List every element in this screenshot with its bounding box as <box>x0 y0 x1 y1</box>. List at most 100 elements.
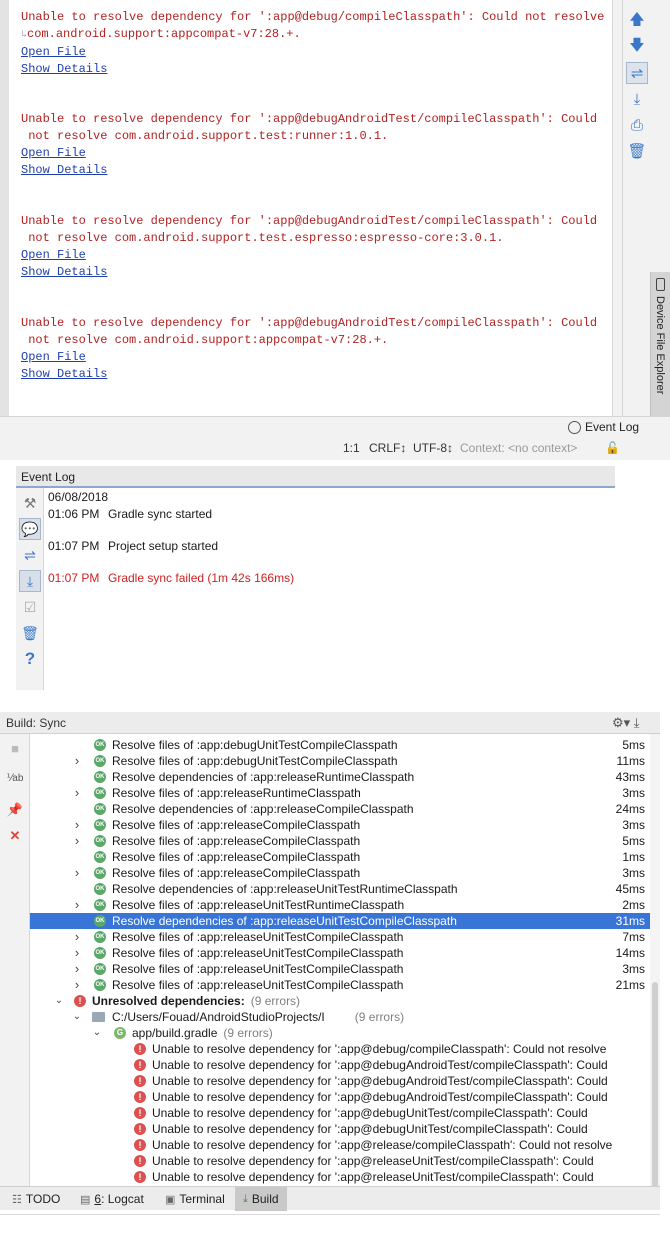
tree-row[interactable]: › OK Resolve files of :app:releaseCompileC… <box>30 865 650 881</box>
expand-arrow-icon[interactable]: › <box>72 977 82 993</box>
open-file-link[interactable]: Open File <box>21 247 601 264</box>
expand-arrow-icon[interactable]: › <box>72 897 82 913</box>
settings-wrench-icon[interactable]: ⚒ <box>19 492 41 514</box>
expand-arrow-icon[interactable]: › <box>72 833 82 849</box>
error-row[interactable]: ! Unable to resolve dependency for ':app@… <box>30 1057 650 1073</box>
tree-row[interactable]: OK Resolve files of :app:releaseCompileCl… <box>30 849 650 865</box>
tree-row[interactable]: OK Resolve dependencies of :app:releaseUn… <box>30 913 650 929</box>
tree-row[interactable]: OK Resolve files of :app:debugUnitTestCom… <box>30 737 650 753</box>
arrow-up-icon[interactable]: 🡅 <box>626 10 648 32</box>
tree-row-label: Resolve files of :app:releaseCompileClas… <box>112 850 361 864</box>
file-encoding[interactable]: UTF-8↕ <box>413 441 453 454</box>
open-file-link[interactable]: Open File <box>21 44 601 61</box>
project-path-node[interactable]: ⌄ C:/Users/Fouad/AndroidStudioProjects/I(… <box>30 1009 650 1025</box>
gradle-file-node[interactable]: ⌄ Gapp/build.gradle (9 errors) <box>30 1025 650 1041</box>
success-icon: OK <box>94 851 106 863</box>
unresolved-label: Unresolved dependencies: (9 errors) <box>92 994 301 1008</box>
open-file-link[interactable]: Open File <box>21 145 601 162</box>
tree-row[interactable]: › OK Resolve files of :app:releaseUnitTest… <box>30 961 650 977</box>
show-details-link[interactable]: Show Details <box>21 162 601 179</box>
trash-icon[interactable]: 🗑 <box>626 140 648 162</box>
mark-read-icon[interactable]: ☑ <box>19 596 41 618</box>
device-file-explorer-tab[interactable]: Device File Explorer <box>650 272 670 416</box>
collapse-arrow-icon[interactable]: ⌄ <box>72 1009 82 1025</box>
pin-icon[interactable]: 📌 <box>5 800 25 820</box>
caret-position[interactable]: 1:1 <box>343 441 360 454</box>
error-icon: ! <box>134 1107 146 1119</box>
build-scrollbar[interactable] <box>650 734 660 1196</box>
stop-icon[interactable]: ■ <box>5 738 25 758</box>
terminal-icon: ▣ <box>165 1193 176 1206</box>
print-icon[interactable]: ⎙ <box>626 114 648 136</box>
lock-icon[interactable]: 🔓 <box>605 441 620 454</box>
error-row[interactable]: ! Unable to resolve dependency for ':app@… <box>30 1153 650 1169</box>
tab-todo[interactable]: ☷ TODO <box>4 1187 68 1211</box>
error-row[interactable]: ! Unable to resolve dependency for ':app@… <box>30 1121 650 1137</box>
error-row[interactable]: ! Unable to resolve dependency for ':app@… <box>30 1089 650 1105</box>
expand-arrow-icon[interactable]: › <box>72 785 82 801</box>
context-indicator: Context: <no context> <box>460 441 578 454</box>
duration-label: 7ms <box>622 930 645 944</box>
tab-logcat[interactable]: ▤ 6: Logcat <box>72 1187 152 1211</box>
expand-arrow-icon[interactable]: › <box>72 945 82 961</box>
tree-row[interactable]: OK Resolve dependencies of :app:releaseUn… <box>30 881 650 897</box>
tree-row[interactable]: OK Resolve dependencies of :app:releaseCo… <box>30 801 650 817</box>
trash-icon[interactable]: 🗑 <box>19 622 41 644</box>
expand-arrow-icon[interactable]: › <box>72 753 82 769</box>
error-row[interactable]: ! Unable to resolve dependency for ':app@… <box>30 1169 650 1185</box>
tree-row[interactable]: › OK Resolve files of :app:releaseUnitTest… <box>30 929 650 945</box>
tree-row[interactable]: › OK Resolve files of :app:releaseUnitTest… <box>30 977 650 993</box>
scrollbar-thumb[interactable] <box>652 982 658 1192</box>
expand-arrow-icon[interactable]: › <box>72 865 82 881</box>
open-file-link[interactable]: Open File <box>21 349 601 366</box>
line-separator[interactable]: CRLF↕ <box>369 441 406 454</box>
collapse-arrow-icon[interactable]: ⌄ <box>54 993 64 1009</box>
message-block: Unable to resolve dependency for ':app@d… <box>21 9 604 78</box>
scroll-to-end-icon[interactable]: ⤓ <box>626 88 648 110</box>
balloon-icon[interactable]: 💬 <box>19 518 41 540</box>
toggle-view-icon[interactable]: ⅟ab <box>5 768 25 788</box>
duration-label: 5ms <box>622 738 645 752</box>
success-icon: OK <box>94 803 106 815</box>
success-icon: OK <box>94 819 106 831</box>
gear-icon[interactable]: ⚙▾ ⤓ <box>612 715 640 731</box>
tree-row[interactable]: › OK Resolve files of :app:releaseUnitTest… <box>30 945 650 961</box>
error-icon: ! <box>134 1171 146 1183</box>
hide-icon[interactable]: ⤓ <box>634 715 640 730</box>
expand-arrow-icon[interactable]: › <box>72 961 82 977</box>
show-details-link[interactable]: Show Details <box>21 366 601 383</box>
tree-row[interactable]: › OK Resolve files of :app:releaseUnitTest… <box>30 897 650 913</box>
success-icon: OK <box>94 755 106 767</box>
unresolved-dependencies-node[interactable]: ⌄! Unresolved dependencies: (9 errors) <box>30 993 650 1009</box>
tab-terminal[interactable]: ▣ Terminal <box>157 1187 233 1211</box>
tree-row[interactable]: OK Resolve dependencies of :app:releaseRu… <box>30 769 650 785</box>
expand-arrow-icon[interactable]: › <box>72 929 82 945</box>
close-icon[interactable]: ✕ <box>5 826 25 846</box>
todo-icon: ☷ <box>12 1193 22 1206</box>
tree-row[interactable]: › OK Resolve files of :app:releaseRuntimeC… <box>30 785 650 801</box>
arrow-down-icon[interactable]: 🡇 <box>626 36 648 58</box>
tree-row[interactable]: › OK Resolve files of :app:releaseCompileC… <box>30 833 650 849</box>
event-log-entries: 06/08/2018 01:06 PM Gradle sync started 0… <box>48 490 608 680</box>
show-details-link[interactable]: Show Details <box>21 61 601 78</box>
tab-build[interactable]: ⤓ Build <box>235 1187 287 1211</box>
error-row[interactable]: ! Unable to resolve dependency for ':app@… <box>30 1105 650 1121</box>
error-icon: ! <box>134 1123 146 1135</box>
soft-wrap-toggle-icon[interactable]: ⇌ <box>19 544 41 566</box>
event-log-button[interactable]: Event Log <box>568 420 639 434</box>
show-details-link[interactable]: Show Details <box>21 264 601 281</box>
tree-row[interactable]: › OK Resolve files of :app:releaseCompileC… <box>30 817 650 833</box>
tree-row[interactable]: › OK Resolve files of :app:debugUnitTestCo… <box>30 753 650 769</box>
divider <box>0 1214 660 1215</box>
help-icon[interactable]: ? <box>19 648 41 670</box>
log-time: 01:07 PM <box>48 539 100 553</box>
success-icon: OK <box>94 787 106 799</box>
expand-arrow-icon[interactable]: › <box>72 817 82 833</box>
error-row[interactable]: ! Unable to resolve dependency for ':app@… <box>30 1137 650 1153</box>
error-text: Unable to resolve dependency for ':app@d… <box>152 1090 608 1104</box>
collapse-arrow-icon[interactable]: ⌄ <box>92 1025 102 1041</box>
scroll-to-end-icon[interactable]: ⤓ <box>19 570 41 592</box>
error-row[interactable]: ! Unable to resolve dependency for ':app@… <box>30 1073 650 1089</box>
soft-wrap-toggle-icon[interactable]: ⇌ <box>626 62 648 84</box>
error-row[interactable]: ! Unable to resolve dependency for ':app@… <box>30 1041 650 1057</box>
